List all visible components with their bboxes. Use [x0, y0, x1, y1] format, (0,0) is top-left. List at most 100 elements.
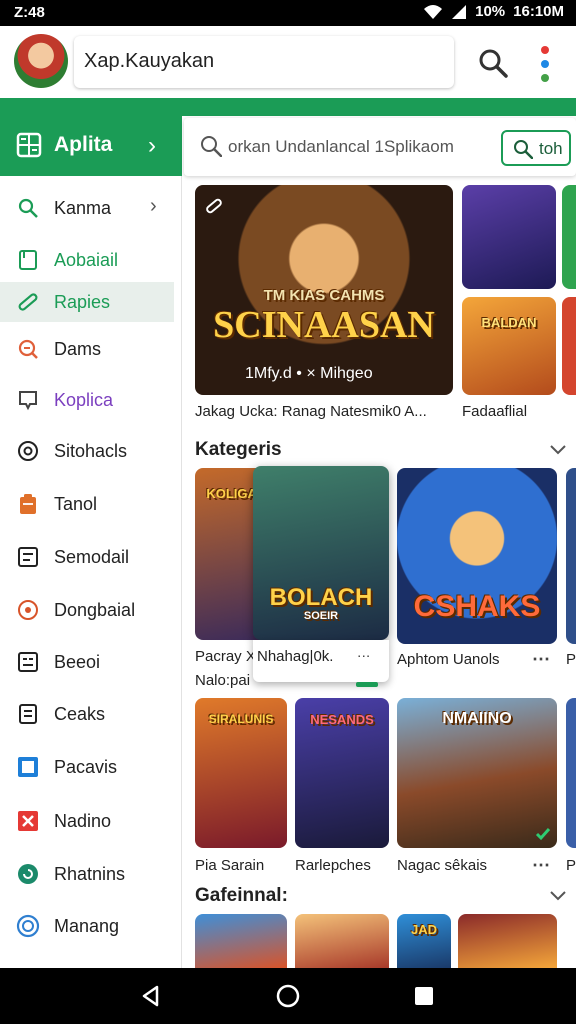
search-placeholder: orkan Undanlancal 1Splikaom [228, 137, 454, 156]
status-time: Z:48 [14, 4, 45, 21]
sidebar-item-label: Sitohacls [54, 441, 128, 461]
game-row3-tile-3-title: JAD [410, 922, 437, 937]
search-icon [18, 198, 38, 218]
link-icon [206, 198, 222, 214]
category-tile-3[interactable]: CSHAKS [397, 468, 557, 644]
sidebar-item-5[interactable]: Koplica [0, 380, 182, 420]
sidebar-item-6[interactable]: Sitohacls [0, 431, 182, 471]
sidebar: Aplita › Kanma › Aobaiail Rapies Dams Koplica… [0, 116, 182, 968]
sidebar-item-13[interactable]: Nadino [0, 801, 182, 841]
category-tile-2-caption: Nhahag|0k. [257, 648, 334, 665]
category-tile-2[interactable]: BOLACH SOEIR [253, 466, 389, 640]
status-clock: 16:10M [513, 3, 564, 20]
avatar[interactable] [14, 34, 68, 88]
close-box-icon [18, 811, 38, 831]
more-horiz-icon[interactable]: ⋯ [532, 649, 550, 670]
table-icon [18, 652, 38, 672]
target-icon [18, 441, 38, 461]
more-vert-icon[interactable] [538, 44, 554, 84]
wifi-icon [424, 4, 443, 19]
search-icon[interactable] [478, 48, 508, 78]
tablet-icon [19, 250, 37, 270]
sidebar-item-label: Ceaks [54, 704, 106, 724]
sidebar-item-9[interactable]: Dongbaial [0, 590, 182, 630]
app-bar: Xap.Kauyakan [0, 26, 576, 98]
search-button[interactable]: toh [501, 130, 571, 166]
sidebar-item-label: Koplica [54, 390, 114, 410]
status-bar: Z:48 10% 16:10M [0, 0, 576, 26]
refresh-icon [18, 864, 38, 884]
featured-edge-tile-2[interactable] [562, 297, 576, 395]
section-title-games: Gafeinnal: [195, 885, 288, 906]
grid-icon [16, 132, 42, 158]
category-edge-caption: P [566, 651, 576, 668]
list-icon [18, 547, 38, 567]
game-edge-caption: P [566, 857, 576, 874]
share-icon: ⋅⋅⋅ [357, 648, 371, 664]
sidebar-item-4[interactable]: Dams [0, 329, 182, 369]
sidebar-item-label: Dams [54, 339, 102, 359]
featured-side-caption: Fadaaflial [462, 403, 528, 420]
game-row3-tile-4[interactable] [458, 914, 557, 968]
sidebar-item-label: Tanol [54, 494, 98, 514]
game-tile-2-title: NESANDS [310, 712, 374, 727]
installed-badge [356, 682, 378, 687]
square-icon [18, 757, 38, 777]
link-icon [18, 293, 38, 311]
sidebar-header-label: Aplita [54, 133, 113, 156]
battery-text: 10% [475, 3, 506, 20]
category-tile-3-title: CSHAKS [413, 590, 541, 623]
sidebar-item-label: Pacavis [54, 757, 118, 777]
settings-icon [18, 600, 38, 620]
category-popup-card[interactable]: Nhahag|0k. ⋅⋅⋅ [253, 640, 389, 682]
sidebar-item-label: Dongbaial [54, 600, 136, 620]
home-icon[interactable] [274, 982, 302, 1010]
check-icon [535, 828, 551, 841]
sidebar-item-3[interactable]: Rapies [0, 282, 174, 322]
chevron-down-icon[interactable] [548, 889, 568, 903]
sidebar-item-11[interactable]: Ceaks [0, 694, 182, 734]
recents-icon[interactable] [410, 982, 438, 1010]
game-tile-3[interactable]: NMAIINO [397, 698, 557, 848]
chevron-down-icon[interactable] [548, 443, 568, 457]
featured-edge-tile-1[interactable] [562, 185, 576, 289]
chevron-right-icon: › [148, 132, 156, 159]
sidebar-item-label: Nadino [54, 811, 112, 831]
sidebar-item-label: Rhatnins [54, 864, 126, 884]
featured-small-tile-1[interactable] [462, 185, 556, 289]
featured-footer: 1Mfy.d • × Mihgeo [245, 365, 373, 382]
featured-small-tile-2[interactable]: BALDAN [462, 297, 556, 395]
sidebar-item-15[interactable]: Manang [0, 906, 182, 946]
game-tile-1-title: SIRALUNIS [208, 712, 274, 726]
game-tile-2-caption: Rarlepches [295, 857, 371, 874]
game-row3-tile-1[interactable] [195, 914, 287, 968]
chat-icon [19, 391, 37, 411]
sidebar-item-1[interactable]: Kanma › [0, 188, 182, 228]
circle-e-icon [16, 914, 40, 938]
game-tile-3-caption: Nagac sêkais [397, 857, 488, 874]
sidebar-item-7[interactable]: Tanol [0, 484, 182, 524]
more-horiz-icon[interactable]: ⋯ [532, 855, 550, 876]
navigation-bar [0, 968, 576, 1024]
sidebar-item-2[interactable]: Aobaiail [0, 240, 182, 280]
sidebar-item-12[interactable]: Pacavis [0, 747, 182, 787]
sidebar-item-label: Aobaiail [54, 250, 119, 270]
game-tile-2[interactable]: NESANDS [295, 698, 389, 848]
sidebar-item-10[interactable]: Beeoi [0, 642, 182, 682]
app-title[interactable]: Xap.Kauyakan [74, 36, 454, 88]
sidebar-item-label: Manang [54, 916, 120, 936]
featured-banner[interactable]: TM KIAS CAHMS SCINAASAN 1Mfy.d • × Mihge… [195, 185, 453, 395]
sidebar-header[interactable]: Aplita › [0, 116, 182, 176]
game-tile-1[interactable]: SIRALUNIS [195, 698, 287, 848]
category-tile-2-subtitle: SOEIR [303, 610, 339, 622]
game-edge-tile[interactable] [566, 698, 576, 848]
sidebar-item-8[interactable]: Semodail [0, 537, 182, 577]
game-row3-tile-2[interactable] [295, 914, 389, 968]
chevron-right-icon: › [150, 195, 157, 217]
category-edge-tile[interactable] [566, 468, 576, 644]
clipboard-icon [20, 494, 36, 514]
game-row3-tile-3[interactable]: JAD [397, 914, 451, 968]
section-title-categories: Kategeris [195, 439, 282, 460]
sidebar-item-14[interactable]: Rhatnins [0, 854, 182, 894]
back-icon[interactable] [137, 982, 165, 1010]
